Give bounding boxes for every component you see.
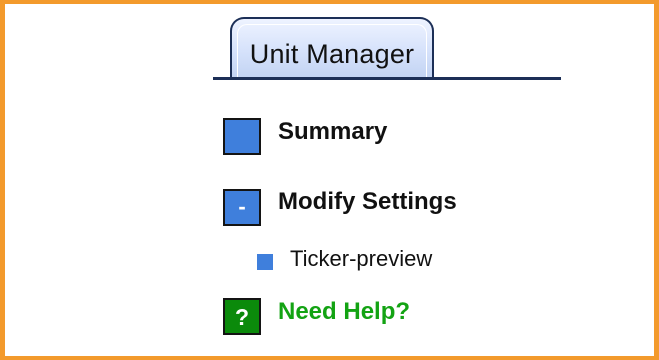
need-help-link[interactable]: ? Need Help?: [223, 296, 433, 338]
tab-unit-manager[interactable]: Unit Manager: [230, 17, 434, 77]
help-question-icon: ?: [223, 298, 261, 335]
submenu-item-ticker-preview-label: Ticker-preview: [290, 246, 433, 271]
need-help-label: Need Help?: [278, 298, 411, 325]
menu-item-modify-settings[interactable]: - Modify Settings: [223, 184, 493, 226]
collapse-minus-icon: -: [223, 189, 261, 226]
submenu-item-ticker-preview[interactable]: Ticker-preview: [257, 244, 467, 276]
blue-bullet-icon: [257, 254, 273, 270]
menu-item-summary[interactable]: Summary: [223, 114, 413, 156]
tab-underline-divider: [213, 77, 561, 80]
menu-item-modify-settings-label: Modify Settings: [278, 188, 457, 215]
menu-item-summary-label: Summary: [278, 118, 388, 145]
blue-square-icon: [223, 118, 261, 155]
minus-glyph: -: [238, 194, 246, 219]
page-frame: Unit Manager Summary - Modify Settings T…: [0, 0, 659, 360]
question-glyph: ?: [234, 304, 250, 330]
tab-label: Unit Manager: [249, 39, 415, 69]
